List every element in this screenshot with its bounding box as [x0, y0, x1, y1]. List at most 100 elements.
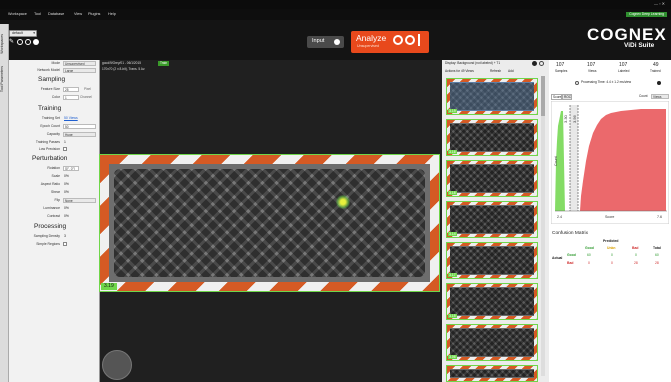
capacity-select[interactable]: Huge: [63, 132, 96, 137]
info-icon[interactable]: [657, 81, 661, 85]
display-filter[interactable]: Display: Background (not labeled) + T1: [445, 61, 500, 65]
suite-badge: Cognex Deep Learning: [626, 12, 667, 18]
training-heading: Training: [38, 105, 62, 112]
tab-tool-parameters[interactable]: Tool Parameters: [0, 66, 5, 92]
refresh-link[interactable]: Refresh: [490, 69, 501, 73]
scrollbar[interactable]: [541, 76, 545, 376]
tab-roc-label: ROC: [564, 95, 572, 99]
database-icon[interactable]: [33, 39, 39, 45]
color-unit: Channel: [80, 95, 92, 99]
color-label: Color: [51, 95, 60, 99]
statistics-panel: 107 Samples 107 Views 107 Labeled 49 Tra…: [549, 60, 671, 382]
gear-icon[interactable]: [17, 39, 23, 45]
navigation-joystick[interactable]: [102, 350, 132, 380]
menu-view[interactable]: View: [74, 12, 82, 17]
menu-plugins[interactable]: Plugins: [88, 12, 100, 17]
sampling-density-value[interactable]: 3: [64, 234, 66, 238]
training-passes-label: Training Passes: [35, 140, 60, 144]
thumbnail-score: 3.16: [448, 150, 457, 154]
pencil-icon[interactable]: ✎: [9, 39, 14, 45]
thumbnail[interactable]: 3.17: [446, 242, 538, 279]
input-button[interactable]: Input: [307, 36, 344, 48]
actual-label: Actual: [552, 256, 563, 260]
tool-parameters-panel: Workspaces Tool Parameters Mode Unsuperv…: [0, 24, 100, 382]
thumbnail[interactable]: [446, 365, 538, 382]
add-icon[interactable]: [539, 61, 544, 66]
camera-icon: [334, 39, 340, 45]
brand-logo: COGNEX: [587, 25, 667, 44]
tab-workspaces[interactable]: Workspaces: [0, 34, 5, 54]
mode-select[interactable]: Unsupervised: [63, 61, 96, 66]
node-icon: [418, 34, 423, 46]
thumbnail[interactable]: 3.18: [446, 160, 538, 197]
rotation-input[interactable]: [0°, 0°]: [63, 166, 79, 171]
luminance-label: Luminance: [43, 206, 60, 210]
feature-size-input[interactable]: 25: [63, 87, 79, 92]
contrast-value[interactable]: 0%: [64, 214, 69, 218]
aspect-ratio-value[interactable]: 0%: [64, 182, 69, 186]
epoch-count-value: 50: [65, 125, 69, 129]
thumbnail[interactable]: 3.15: [446, 283, 538, 320]
row-good-label: Good: [567, 253, 576, 257]
tab-roc[interactable]: ROC: [562, 94, 572, 100]
analyze-button[interactable]: Analyze Unsupervised: [351, 31, 429, 53]
defect-heatmap: [336, 195, 350, 209]
network-model-label: Network Model: [37, 68, 60, 72]
histogram-mode-label: Count: [639, 94, 648, 98]
add-link[interactable]: Add: [508, 69, 514, 73]
trained-label: Trained: [650, 69, 661, 73]
col-unknown: Unkn: [607, 246, 616, 250]
thumbnail-score: 3.18: [448, 191, 457, 195]
color-input[interactable]: 1: [63, 95, 79, 100]
menu-workspace[interactable]: Workspace: [8, 12, 27, 17]
low-precision-label: Low Precision: [38, 147, 60, 151]
network-model-select[interactable]: Large: [63, 68, 96, 73]
feature-size-unit: Pixel: [84, 87, 91, 91]
thumbnail[interactable]: 3.16: [446, 119, 538, 156]
settings-icon[interactable]: [25, 39, 31, 45]
menu-help[interactable]: Help: [108, 12, 116, 17]
image-info-name: good/9/Grey/01 - 06/1/2015: [102, 61, 141, 65]
training-set-link[interactable]: 50 Views: [64, 116, 78, 120]
contrast-label: Contrast: [47, 214, 60, 218]
menu-database[interactable]: Database: [48, 12, 64, 17]
capacity-value: Huge: [65, 133, 73, 137]
info-icon[interactable]: [532, 61, 537, 66]
workspace-select[interactable]: default ▾: [9, 30, 37, 37]
histogram-x-max: 7.6: [657, 215, 662, 219]
train-badge: Train: [158, 61, 170, 67]
labeled-count: 107: [619, 62, 628, 68]
low-precision-checkbox[interactable]: [63, 147, 67, 151]
title-bar: — ▫ ✕: [0, 0, 671, 9]
analyze-label: Analyze: [356, 33, 387, 43]
image-viewer[interactable]: good/9/Grey/01 - 06/1/2015 Train 170x70 …: [99, 60, 442, 382]
window-controls[interactable]: — ▫ ✕: [654, 2, 665, 6]
luminance-value[interactable]: 0%: [64, 206, 69, 210]
menu-tool[interactable]: Tool: [34, 12, 41, 17]
tab-score[interactable]: Score: [551, 94, 562, 100]
perturbation-heading: Perturbation: [32, 155, 68, 162]
thumbnail[interactable]: 3.19: [446, 78, 538, 115]
training-passes-value[interactable]: 1: [64, 140, 66, 144]
row-bad-label: Bad: [567, 261, 574, 265]
scale-value[interactable]: 0%: [64, 174, 69, 178]
shear-value[interactable]: 0%: [64, 190, 69, 194]
thumbnail[interactable]: 3.14: [446, 201, 538, 238]
score-histogram[interactable]: 3.30 3.56 Count 2.4 Score 7.6: [551, 101, 669, 224]
views-label: Views: [588, 69, 597, 73]
epoch-count-input[interactable]: 50: [63, 124, 96, 129]
cell-good-total: 60: [655, 253, 659, 257]
sample-image[interactable]: 3.19: [99, 154, 440, 292]
flip-select[interactable]: None: [63, 198, 96, 203]
processing-time: Processing Time: 4.4 ± 1.2 ms/view: [581, 80, 632, 84]
training-set-label: Training Set: [41, 116, 60, 120]
image-info-details: 170x70 (2 x 8-bit), Trans. 5 Av.: [102, 67, 146, 71]
aspect-ratio-label: Aspect Ratio: [40, 182, 60, 186]
vertical-tab-strip: Workspaces Tool Parameters: [0, 24, 9, 382]
views-select[interactable]: Views: [651, 94, 669, 99]
globe-icon: [405, 35, 415, 45]
thumbnail[interactable]: 3.06: [446, 324, 538, 361]
simple-regions-checkbox[interactable]: [63, 242, 67, 246]
actions-label[interactable]: Actions for 49 Views: [445, 69, 474, 73]
histogram-y-label: Count: [554, 156, 558, 166]
